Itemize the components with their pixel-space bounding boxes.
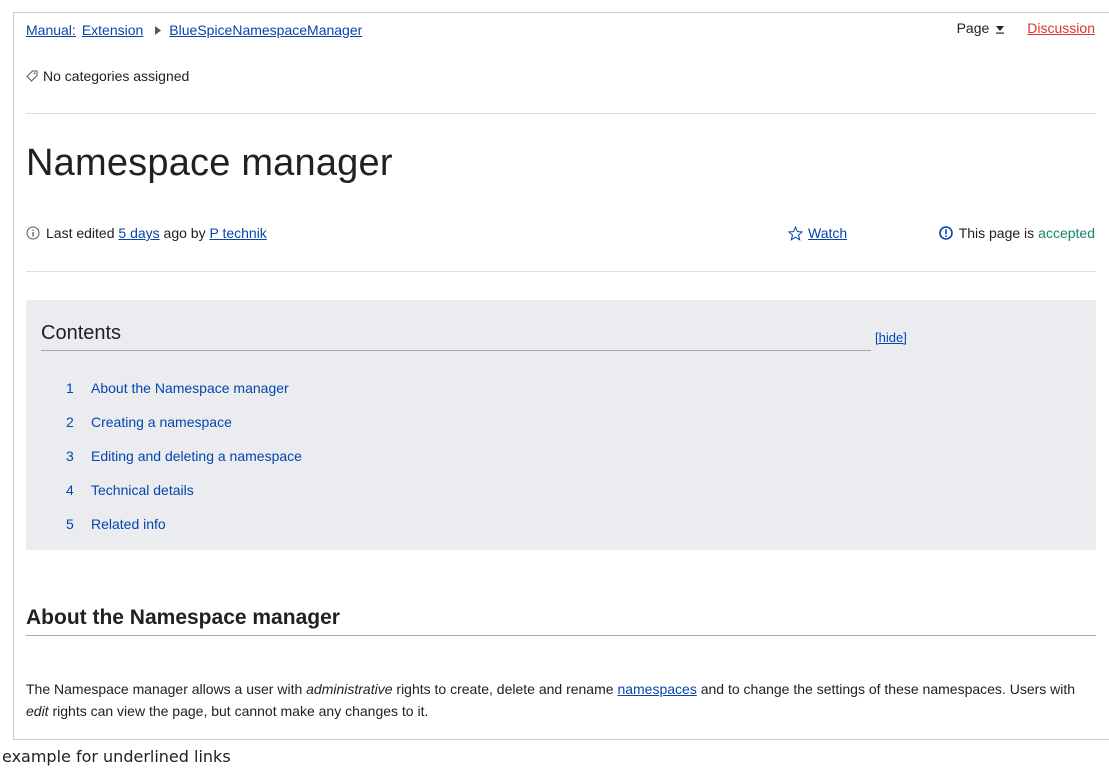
discussion-link[interactable]: Discussion <box>1027 20 1095 36</box>
edited-when-link[interactable]: 5 days <box>118 225 159 241</box>
section-heading: About the Namespace manager <box>26 606 340 629</box>
toc-list: 1 About the Namespace manager 2 Creating a… <box>66 380 302 550</box>
categories-text: No categories assigned <box>43 68 190 84</box>
toc-item[interactable]: 4 Technical details <box>66 482 302 516</box>
emphasis-administrative: administrative <box>306 681 393 697</box>
toc-item[interactable]: 2 Creating a namespace <box>66 414 302 448</box>
edited-prefix: Last edited <box>46 225 115 241</box>
paragraph-text: and to change the settings of these name… <box>696 681 1076 697</box>
page-title: Namespace manager <box>26 142 393 184</box>
toc-item[interactable]: 5 Related info <box>66 516 302 550</box>
star-outline-icon <box>788 225 803 241</box>
info-circle-icon <box>26 226 40 240</box>
toc-link[interactable]: Editing and deleting a namespace <box>91 448 302 464</box>
status-prefix: This page is <box>958 225 1035 241</box>
table-of-contents: Contents [hide] 1 About the Namespace man… <box>26 300 1096 550</box>
paragraph-text: rights can view the page, but cannot mak… <box>48 703 429 719</box>
categories-line: No categories assigned <box>26 68 189 84</box>
toc-item[interactable]: 3 Editing and deleting a namespace <box>66 448 302 482</box>
toc-number: 2 <box>66 414 74 430</box>
toc-link[interactable]: Technical details <box>91 482 194 498</box>
last-edited: Last edited 5 days ago by P technik <box>26 225 267 241</box>
toc-divider <box>41 350 871 351</box>
toc-number: 1 <box>66 380 74 396</box>
watch-label[interactable]: Watch <box>808 225 847 241</box>
toc-link[interactable]: About the Namespace manager <box>91 380 289 396</box>
section-divider <box>26 635 1096 636</box>
namespaces-link[interactable]: namespaces <box>617 681 696 697</box>
breadcrumb-current[interactable]: BlueSpiceNamespaceManager <box>169 22 362 38</box>
toc-title: Contents <box>41 322 122 344</box>
toc-hide-toggle[interactable]: [hide] <box>875 330 907 345</box>
watch-button[interactable]: Watch <box>788 225 847 241</box>
toc-number: 4 <box>66 482 74 498</box>
toc-number: 3 <box>66 448 74 464</box>
paragraph-text: rights to create, delete and rename <box>392 681 618 697</box>
paragraph-text: The Namespace manager allows a user with <box>26 681 307 697</box>
toc-link[interactable]: Creating a namespace <box>91 414 232 430</box>
status-value: accepted <box>1038 225 1095 241</box>
toc-item[interactable]: 1 About the Namespace manager <box>66 380 302 414</box>
edited-mid: ago by <box>163 225 206 241</box>
toc-number: 5 <box>66 516 74 532</box>
toc-link[interactable]: Related info <box>91 516 166 532</box>
breadcrumb: Manual: Extension BlueSpiceNamespaceMana… <box>26 20 368 40</box>
divider <box>26 271 1096 272</box>
divider <box>26 113 1096 114</box>
tag-icon <box>26 70 38 82</box>
breadcrumb-manual[interactable]: Manual: <box>26 22 76 38</box>
page-menu-label[interactable]: Page <box>957 20 990 36</box>
image-caption: example for underlined links <box>2 747 231 766</box>
section-paragraph: The Namespace manager allows a user with… <box>26 678 1096 722</box>
caret-down-icon[interactable] <box>995 24 1005 34</box>
page-actions: Page Discussion <box>957 20 1095 36</box>
triangle-right-icon <box>155 25 162 35</box>
breadcrumb-extension[interactable]: Extension <box>82 22 143 38</box>
emphasis-edit: edit <box>26 703 49 719</box>
alert-circle-icon[interactable] <box>938 226 953 240</box>
edited-by-link[interactable]: P technik <box>209 225 266 241</box>
review-status: This page is accepted <box>938 225 1095 241</box>
